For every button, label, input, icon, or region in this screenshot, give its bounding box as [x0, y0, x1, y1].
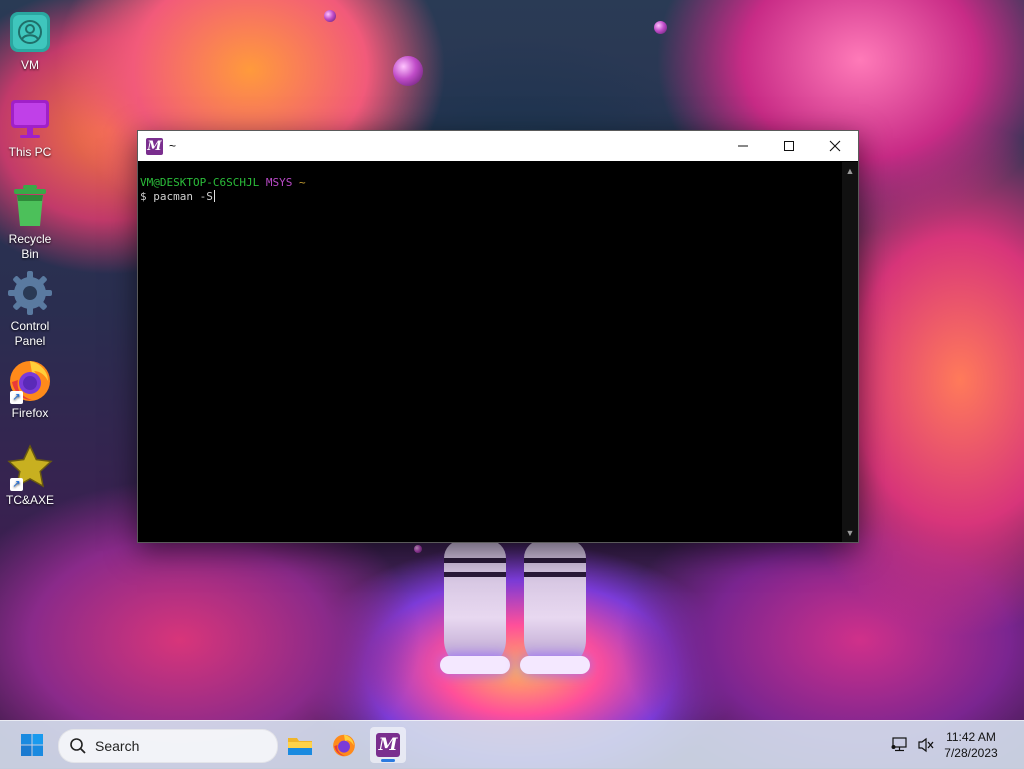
volume-muted-icon [918, 737, 934, 753]
msys2-icon: M [146, 137, 163, 155]
minimize-button[interactable] [720, 131, 766, 161]
scroll-down-icon[interactable]: ▼ [842, 526, 858, 540]
desktop-icon-tc-axe[interactable]: ↗ TC&AXE [0, 443, 60, 508]
firefox-icon [333, 734, 355, 757]
desktop-icon-recycle-bin[interactable]: Recycle Bin [0, 182, 60, 262]
taskbar-file-explorer[interactable] [282, 727, 318, 763]
taskbar-firefox[interactable] [326, 727, 362, 763]
terminal-output[interactable]: VM@DESKTOP-C6SCHJL MSYS ~ $ pacman -S [138, 162, 842, 542]
prompt-path: ~ [298, 176, 306, 189]
msys2-terminal-window[interactable]: M ~ VM@DESKTOP-C6SCHJL MSYS ~ $ pacman -… [137, 130, 859, 543]
prompt-system: MSYS [265, 176, 293, 189]
wallpaper-bubble [324, 10, 336, 22]
close-button[interactable] [812, 131, 858, 161]
wallpaper-astronaut-boots [440, 540, 590, 680]
start-button[interactable] [14, 727, 50, 763]
desktop-icon-label: TC&AXE [5, 493, 54, 507]
search-placeholder: Search [95, 738, 140, 754]
desktop-icon-label: Control Panel [10, 319, 50, 348]
shortcut-arrow-icon: ↗ [10, 478, 23, 491]
maximize-icon [784, 141, 794, 151]
start-icon [21, 734, 43, 756]
prompt-symbol: $ [140, 190, 147, 203]
desktop-icon-label: This PC [8, 145, 52, 159]
clock-time: 11:42 AM [946, 730, 996, 744]
wallpaper-bubble [654, 21, 667, 34]
close-icon [829, 140, 841, 152]
desktop-icon-label: VM [21, 58, 39, 72]
window-titlebar[interactable]: M ~ [138, 131, 858, 161]
terminal-scrollbar[interactable]: ▲ ▼ [842, 162, 858, 542]
desktop-icon-label: Recycle Bin [8, 232, 52, 261]
desktop-icon-label: Firefox [11, 406, 49, 420]
desktop-icon-control-panel[interactable]: Control Panel [0, 269, 60, 349]
file-explorer-icon [288, 738, 312, 755]
wallpaper-bubble [393, 56, 423, 86]
desktop-icon-firefox[interactable]: ↗ Firefox [0, 356, 60, 421]
recycle-bin-icon [6, 182, 54, 230]
maximize-button[interactable] [766, 131, 812, 161]
taskbar-clock[interactable]: 11:42 AM 7/28/2023 [936, 729, 1006, 761]
star-icon: ↗ [6, 443, 54, 491]
shortcut-arrow-icon: ↗ [10, 391, 23, 404]
taskbar-search[interactable]: Search [58, 729, 278, 763]
desktop-icon-this-pc[interactable]: This PC [0, 95, 60, 160]
command-input[interactable]: pacman -S [153, 190, 213, 203]
taskbar-msys2[interactable]: M [370, 727, 406, 763]
wallpaper-bubble [414, 545, 422, 553]
text-cursor [213, 190, 215, 202]
user-folder-icon [6, 8, 54, 56]
gear-icon [6, 269, 54, 317]
network-icon [891, 737, 907, 752]
search-icon [70, 738, 86, 754]
desktop-icon-vm[interactable]: VM [0, 8, 60, 73]
active-indicator [381, 759, 395, 762]
clock-date: 7/28/2023 [944, 746, 998, 760]
minimize-icon [738, 145, 748, 147]
volume-tray-button[interactable] [914, 721, 938, 769]
window-title: ~ [169, 139, 177, 153]
monitor-icon [6, 95, 54, 143]
firefox-icon: ↗ [6, 356, 54, 404]
prompt-user: VM@DESKTOP-C6SCHJL [140, 176, 260, 189]
msys2-icon: M [376, 733, 400, 757]
scroll-up-icon[interactable]: ▲ [842, 164, 858, 178]
network-tray-button[interactable] [888, 721, 912, 769]
taskbar: Search M 11:42 AM 7/28/2023 [0, 720, 1024, 769]
